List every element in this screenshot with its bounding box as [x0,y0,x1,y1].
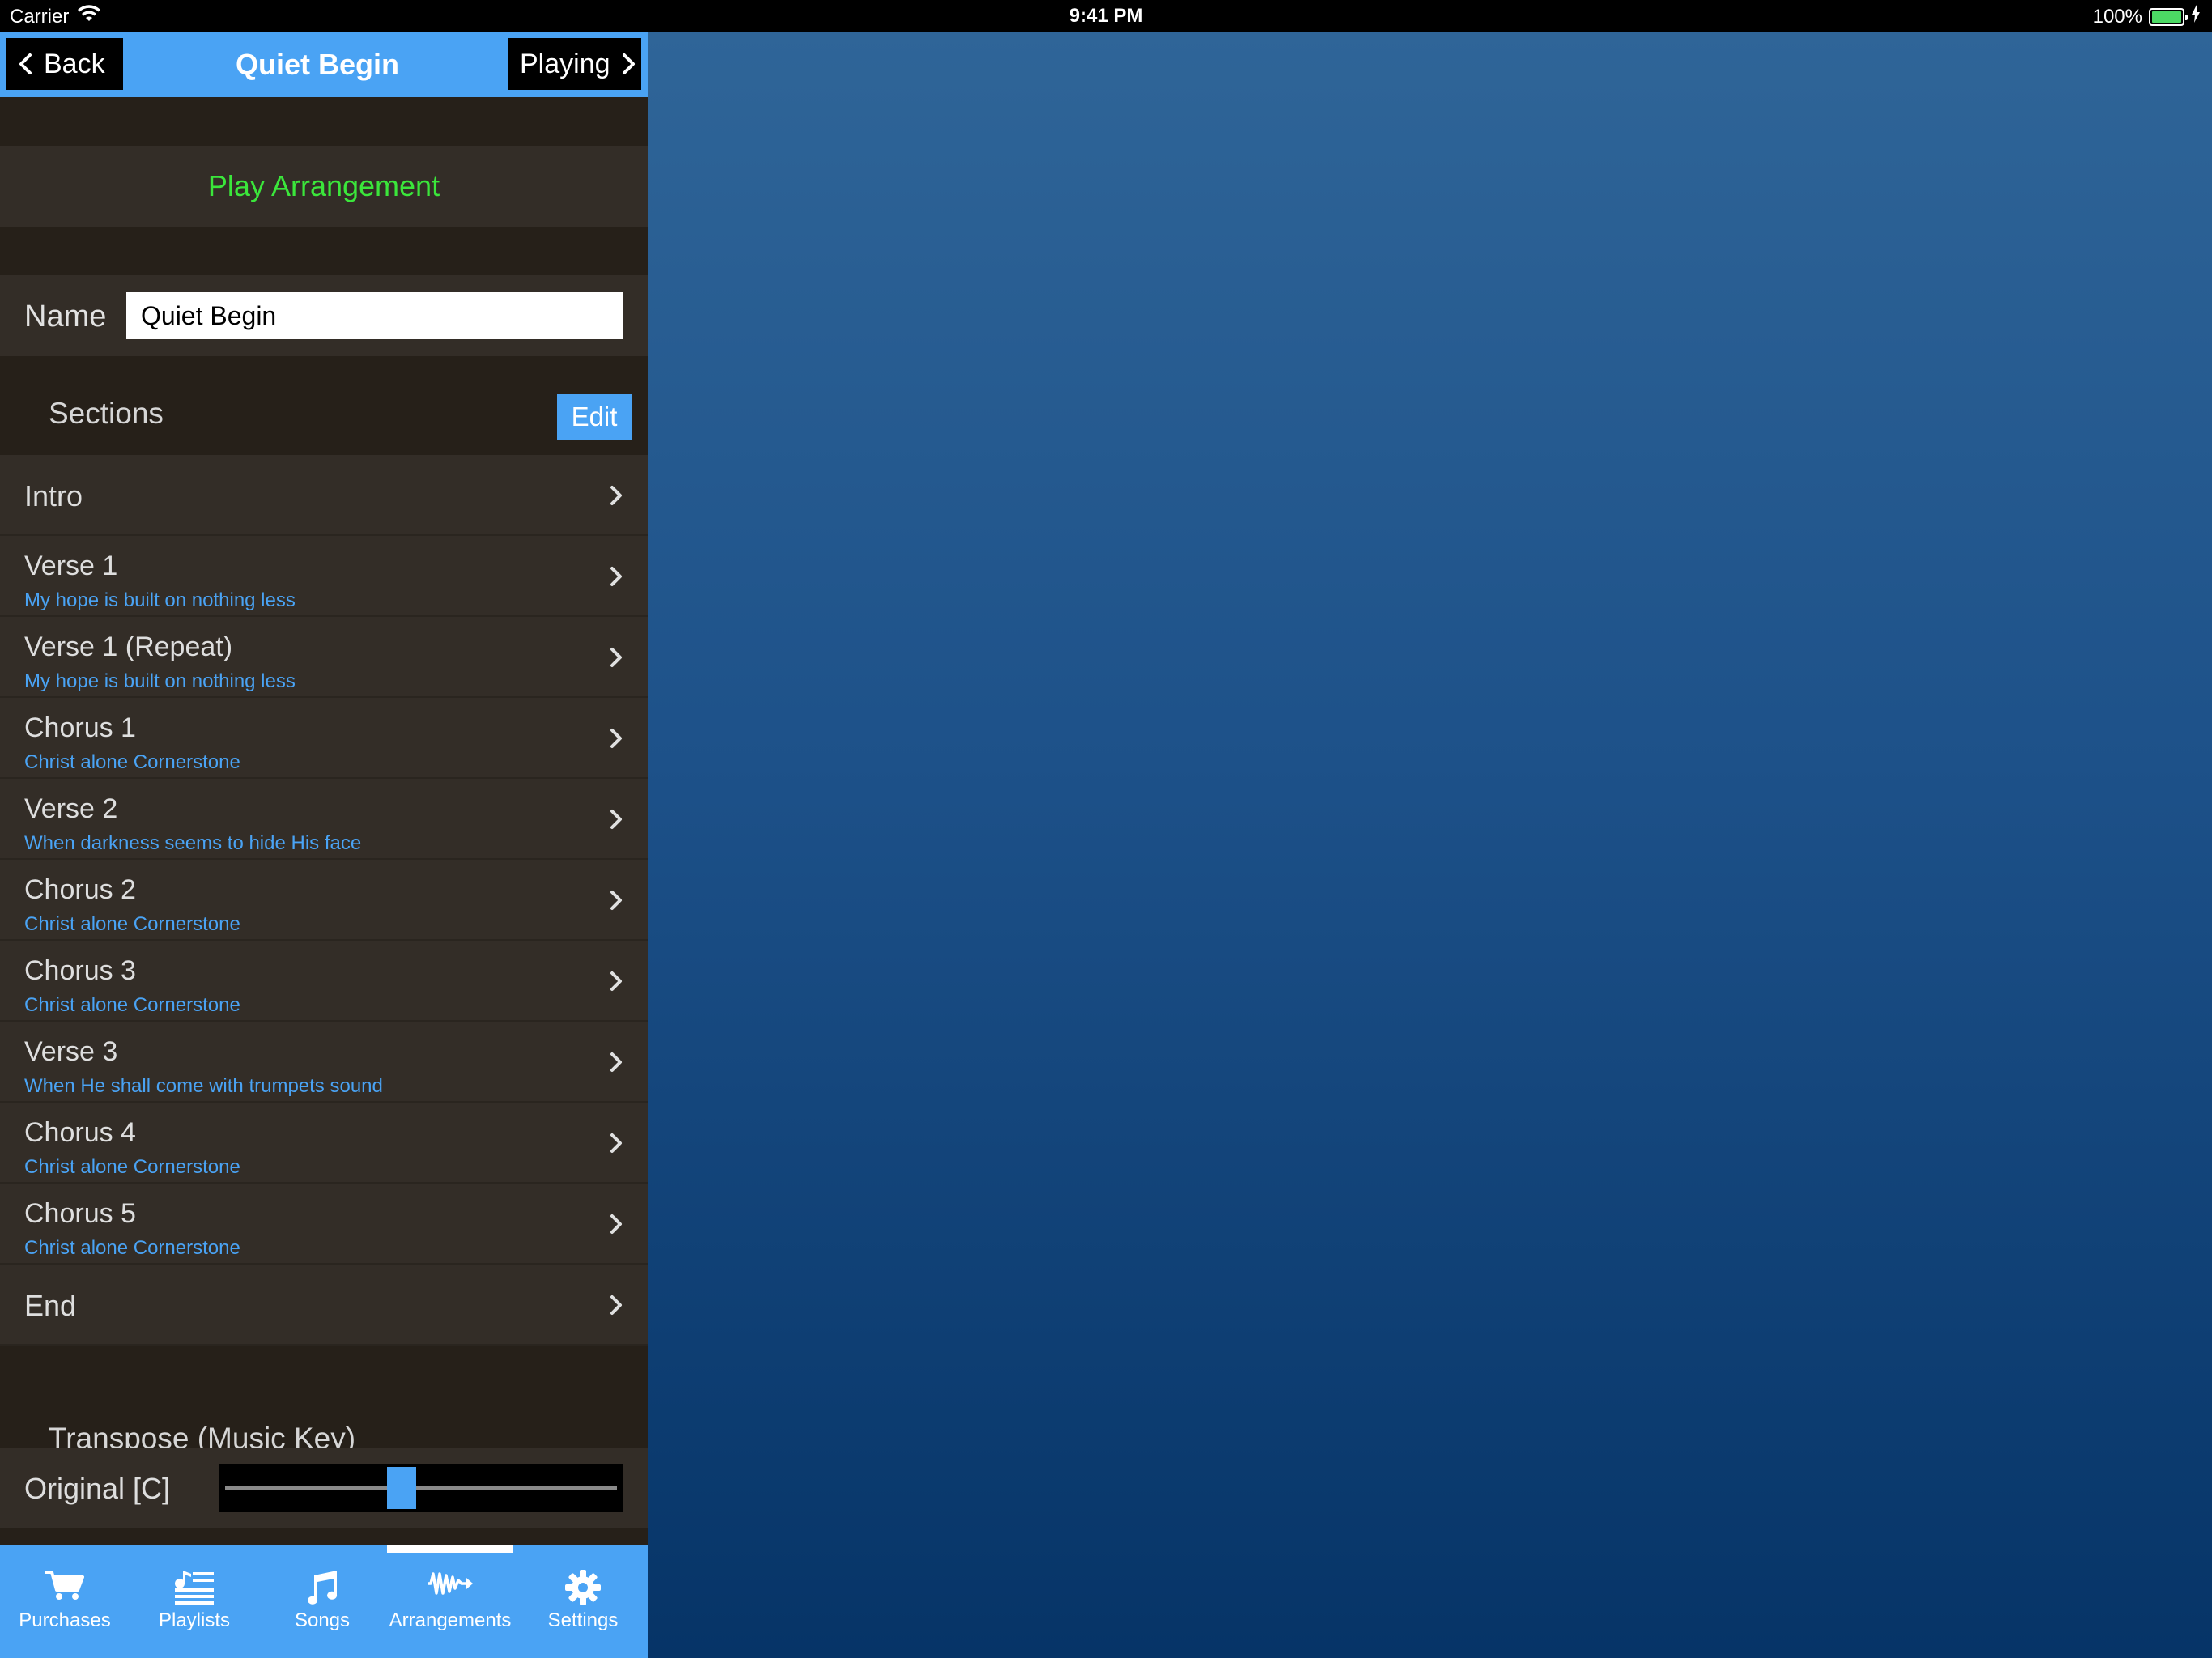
chevron-right-icon [609,646,623,669]
section-row[interactable]: Chorus 3 Christ alone Cornerstone [0,941,648,1022]
detail-pane [648,32,2212,1658]
battery-icon [2149,7,2188,26]
chevron-right-icon [609,1294,623,1316]
section-row[interactable]: Verse 1 (Repeat) My hope is built on noth… [0,617,648,698]
playing-label: Playing [520,48,610,79]
tab-songs[interactable]: Songs [257,1545,387,1658]
battery-percent: 100% [2092,5,2142,28]
status-bar: Carrier 9:41 PM 100% [0,0,2212,32]
charging-bolt-icon [2191,5,2201,28]
play-arrangement-label: Play Arrangement [207,169,440,202]
arrangement-icon [385,1569,515,1598]
section-row[interactable]: Chorus 4 Christ alone Cornerstone [0,1103,648,1184]
section-lyric: Christ alone Cornerstone [24,1237,240,1259]
transpose-slider[interactable] [219,1464,623,1512]
section-lyric: Christ alone Cornerstone [24,913,240,935]
name-row: Name [0,275,648,356]
cart-icon [0,1569,130,1601]
chevron-right-icon [609,889,623,912]
slider-track [225,1486,617,1490]
section-row[interactable]: Verse 2 When darkness seems to hide His f… [0,779,648,860]
section-lyric: My hope is built on nothing less [24,589,296,611]
chevron-right-icon [609,1213,623,1235]
section-title: Verse 1 (Repeat) [24,631,233,662]
tab-purchases[interactable]: Purchases [0,1545,130,1658]
name-label: Name [24,300,107,334]
tab-label: Arrangements [389,1609,512,1631]
tab-settings[interactable]: Settings [518,1545,648,1658]
tab-label: Settings [547,1609,619,1631]
chevron-left-icon [18,53,32,75]
section-lyric: Christ alone Cornerstone [24,751,240,773]
chevron-right-icon [609,484,623,507]
section-lyric: My hope is built on nothing less [24,670,296,692]
section-row[interactable]: Verse 3 When He shall come with trumpets … [0,1022,648,1103]
section-lyric: Christ alone Cornerstone [24,1156,240,1178]
sections-title: Sections [49,397,164,430]
chevron-right-icon [609,1051,623,1073]
back-button[interactable]: Back [6,38,123,90]
music-note-icon [257,1569,387,1605]
transpose-value-label: Original [C] [24,1472,171,1505]
now-playing-button[interactable]: Playing [508,38,641,90]
section-title: End [24,1289,77,1322]
tab-playlists[interactable]: Playlists [130,1545,259,1658]
section-lyric: Christ alone Cornerstone [24,994,240,1016]
section-row[interactable]: Chorus 5 Christ alone Cornerstone [0,1184,648,1265]
chevron-right-icon [609,970,623,993]
section-title: Chorus 4 [24,1117,136,1148]
tab-label: Purchases [19,1609,111,1631]
section-lyric: When He shall come with trumpets sound [24,1075,383,1097]
status-time: 9:41 PM [1069,5,1143,27]
slider-thumb[interactable] [387,1467,416,1509]
name-input[interactable] [126,292,623,339]
edit-sections-button[interactable]: Edit [557,394,632,440]
section-row[interactable]: Intro [0,455,648,536]
chevron-right-icon [609,1132,623,1154]
section-title: Verse 1 [24,551,118,581]
navigation-bar: Back Quiet Begin Playing [0,32,648,97]
tab-arrangements[interactable]: Arrangements [385,1545,515,1658]
chevron-right-icon [622,53,636,75]
transpose-row: Original [C] [0,1448,648,1528]
section-row[interactable]: Verse 1 My hope is built on nothing less [0,536,648,617]
section-title: Chorus 5 [24,1198,136,1229]
sections-list: Intro Verse 1 My hope is built on nothing … [0,455,648,1346]
page-title: Quiet Begin [235,48,399,81]
sections-header: Sections Edit [0,356,648,455]
battery-indicator: 100% [2093,5,2201,28]
back-label: Back [44,48,105,79]
tab-bar: Purchases Playlists Songs Arrangements Setti… [0,1545,648,1658]
section-row[interactable]: End [0,1265,648,1346]
chevron-right-icon [609,727,623,750]
section-lyric: When darkness seems to hide His face [24,832,362,854]
section-title: Verse 2 [24,793,118,824]
master-pane: Back Quiet Begin Playing Play Arrangemen… [0,32,648,1658]
section-title: Intro [24,479,83,512]
tab-label: Songs [294,1609,351,1631]
play-arrangement-button[interactable]: Play Arrangement [0,146,648,227]
chevron-right-icon [609,808,623,831]
section-title: Verse 3 [24,1036,118,1067]
section-row[interactable]: Chorus 2 Christ alone Cornerstone [0,860,648,941]
playlist-icon [130,1569,259,1605]
chevron-right-icon [609,565,623,588]
section-title: Chorus 2 [24,874,136,905]
section-title: Chorus 3 [24,955,136,986]
section-row[interactable]: Chorus 1 Christ alone Cornerstone [0,698,648,779]
gear-icon [518,1569,648,1606]
section-title: Chorus 1 [24,712,136,743]
tab-label: Playlists [158,1609,231,1631]
